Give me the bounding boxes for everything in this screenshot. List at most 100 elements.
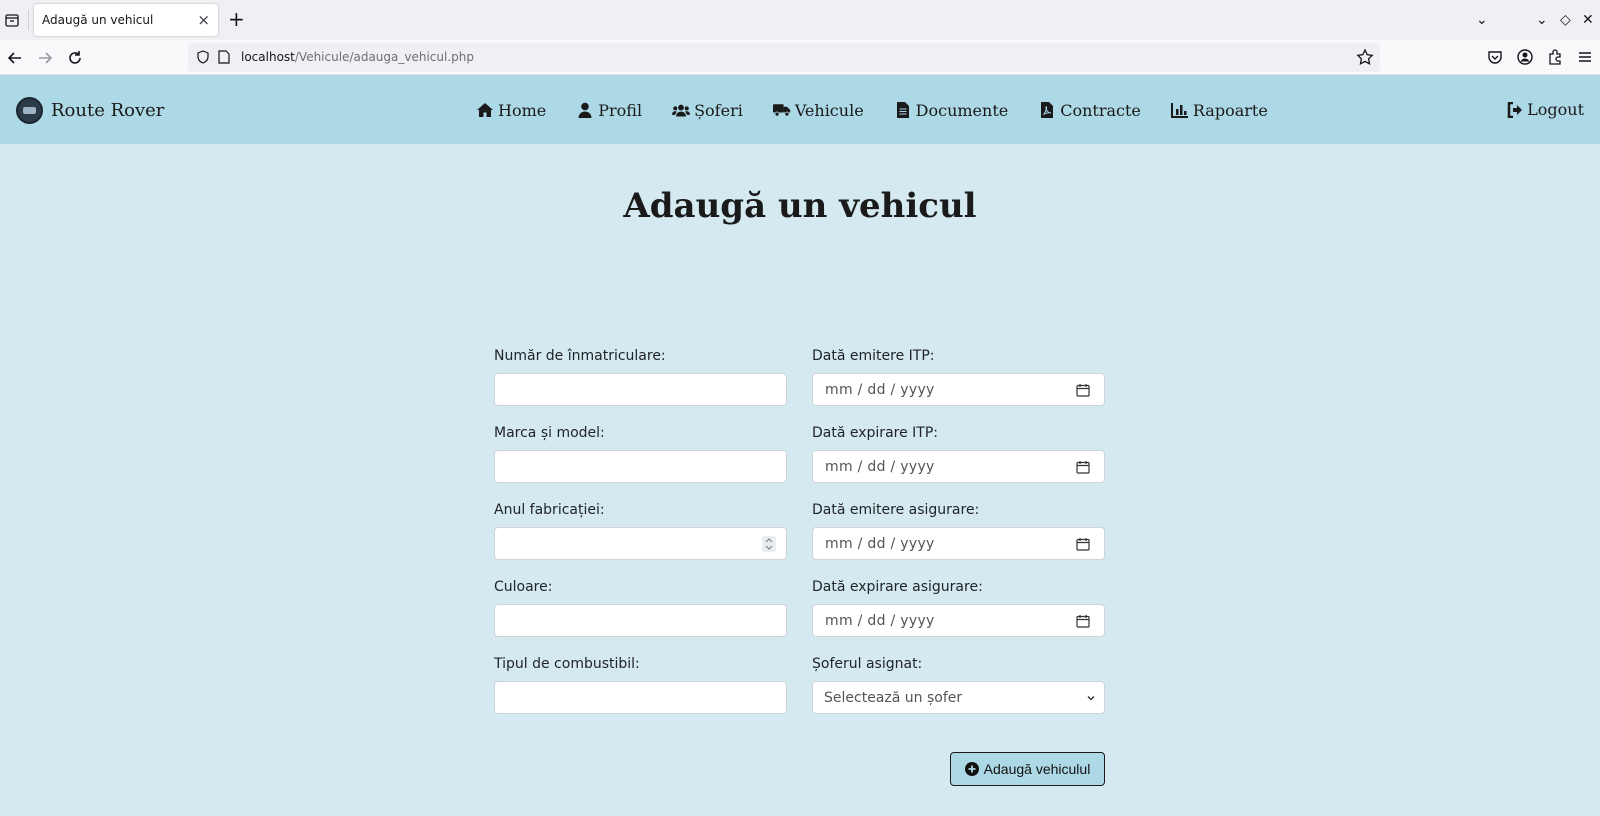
fuel-type-field: Tipul de combustibil: [494, 654, 787, 714]
tab-list-icon[interactable] [4, 12, 20, 28]
field-label: Culoare: [494, 579, 553, 595]
menu-item-label: Rapoarte [1192, 100, 1268, 120]
field-label: Dată emitere asigurare: [812, 502, 980, 518]
menu-item-profil[interactable]: Profil [576, 101, 642, 120]
calendar-icon[interactable] [1076, 383, 1090, 397]
add-vehicle-button[interactable]: Adaugă vehiculul [950, 752, 1105, 786]
forward-icon[interactable] [36, 49, 54, 67]
add-vehicle-button-label: Adaugă vehiculul [983, 761, 1091, 777]
assigned-driver-field: Șoferul asignat: Selectează un șofer [812, 654, 1105, 714]
menu-item-label: Șoferi [694, 100, 743, 120]
tab-title: Adaugă un vehicul [42, 13, 154, 27]
chevron-down-icon [1087, 696, 1095, 701]
logout-label: Logout [1527, 100, 1584, 119]
maximize-icon[interactable]: ◇ [1560, 10, 1571, 30]
field-label: Anul fabricației: [494, 502, 605, 518]
browser-tab[interactable]: Adaugă un vehicul × [34, 4, 218, 36]
extensions-icon[interactable] [1546, 48, 1564, 66]
select-value: Selectează un șofer [824, 690, 963, 706]
fuel-type-input[interactable] [494, 681, 787, 714]
color-input[interactable] [494, 604, 787, 637]
menu-item-vehicule[interactable]: Vehicule [772, 100, 864, 120]
pocket-icon[interactable] [1486, 48, 1504, 66]
field-label: Tipul de combustibil: [494, 656, 640, 672]
menu-item-contracte[interactable]: Contracte [1038, 101, 1141, 120]
field-label: Marca și model: [494, 425, 605, 441]
close-window-icon[interactable]: ✕ [1582, 10, 1594, 30]
insurance-issue-date-field: Dată emitere asigurare: mm / dd / yyyy [812, 500, 1105, 560]
menu-hamburger-icon[interactable] [1576, 48, 1594, 66]
menu-item-label: Profil [598, 100, 643, 120]
logout-icon [1507, 101, 1523, 118]
shield-icon[interactable] [196, 50, 210, 64]
field-label: Dată expirare ITP: [812, 425, 938, 441]
itp-expiry-date-input[interactable]: mm / dd / yyyy [812, 450, 1105, 483]
chart-icon [1170, 103, 1188, 118]
pdf-file-icon [1041, 102, 1054, 118]
insurance-expiry-date-input[interactable]: mm / dd / yyyy [812, 604, 1105, 637]
itp-issue-date-input[interactable]: mm / dd / yyyy [812, 373, 1105, 406]
color-field: Culoare: [494, 577, 787, 637]
tab-close-icon[interactable]: × [197, 10, 210, 30]
date-placeholder: mm / dd / yyyy [825, 382, 935, 398]
itp-expiry-date-field: Dată expirare ITP: mm / dd / yyyy [812, 423, 1105, 483]
home-icon [477, 103, 493, 117]
field-label: Șoferul asignat: [812, 656, 923, 672]
document-icon [896, 102, 909, 118]
back-icon[interactable] [6, 49, 24, 67]
reload-icon[interactable] [66, 49, 84, 67]
url-path: /Vehicule/adauga_vehicul.php [294, 50, 474, 64]
field-label: Dată emitere ITP: [812, 348, 935, 364]
minimize-icon[interactable]: ⌄ [1536, 10, 1548, 30]
page-title: Adaugă un vehicul [623, 186, 977, 226]
menu-item-soferi[interactable]: Șoferi [672, 101, 743, 120]
menu-item-label: Home [498, 100, 547, 120]
insurance-issue-date-input[interactable]: mm / dd / yyyy [812, 527, 1105, 560]
menu-item-documente[interactable]: Documente [894, 100, 1009, 120]
menu-item-label: Documente [915, 100, 1009, 120]
site-header: Route Rover Home Profil Șoferi Vehicule … [0, 75, 1600, 144]
make-model-field: Marca și model: [494, 423, 787, 483]
main-menu: Home Profil Șoferi Vehicule Documente Co… [476, 100, 1298, 120]
tab-separator [28, 10, 29, 30]
truck-icon [772, 104, 791, 117]
brand-link[interactable]: Route Rover [16, 95, 164, 125]
new-tab-button[interactable]: + [228, 8, 245, 30]
bookmark-star-icon[interactable] [1356, 48, 1374, 66]
insurance-expiry-date-field: Dată expirare asigurare: mm / dd / yyyy [812, 577, 1105, 637]
registration-number-field: Număr de înmatriculare: [494, 346, 787, 406]
make-model-input[interactable] [494, 450, 787, 483]
date-placeholder: mm / dd / yyyy [825, 613, 935, 629]
menu-item-label: Vehicule [794, 100, 864, 120]
date-placeholder: mm / dd / yyyy [825, 536, 935, 552]
users-icon [672, 104, 691, 117]
list-all-tabs-icon[interactable]: ⌄ [1476, 10, 1488, 30]
user-icon [578, 102, 592, 118]
account-icon[interactable] [1516, 48, 1534, 66]
assigned-driver-select[interactable]: Selectează un șofer [812, 681, 1105, 714]
field-label: Număr de înmatriculare: [494, 348, 666, 364]
url-bar[interactable]: localhost/Vehicule/adauga_vehicul.php [188, 43, 1380, 72]
itp-issue-date-field: Dată emitere ITP: mm / dd / yyyy [812, 346, 1105, 406]
brand-name: Route Rover [51, 99, 165, 121]
menu-item-label: Contracte [1060, 100, 1141, 120]
page-info-icon[interactable] [218, 50, 230, 64]
number-spinner-icon[interactable] [762, 536, 776, 552]
browser-tab-bar: Adaugă un vehicul × + ⌄ ⌄ ◇ ✕ [0, 0, 1600, 40]
brand-logo-icon [16, 96, 43, 124]
url-host: localhost [241, 50, 295, 64]
logout-link[interactable]: Logout [1507, 100, 1584, 119]
browser-nav-bar: localhost/Vehicule/adauga_vehicul.php [0, 40, 1600, 75]
plus-circle-icon [964, 762, 979, 776]
manufacture-year-field: Anul fabricației: [494, 500, 787, 560]
menu-item-home[interactable]: Home [476, 101, 546, 120]
calendar-icon[interactable] [1076, 537, 1090, 551]
calendar-icon[interactable] [1076, 614, 1090, 628]
date-placeholder: mm / dd / yyyy [825, 459, 935, 475]
calendar-icon[interactable] [1076, 460, 1090, 474]
menu-item-rapoarte[interactable]: Rapoarte [1170, 100, 1268, 120]
field-label: Dată expirare asigurare: [812, 579, 983, 595]
url-text: localhost/Vehicule/adauga_vehicul.php [241, 50, 474, 64]
manufacture-year-input[interactable] [494, 527, 787, 560]
registration-number-input[interactable] [494, 373, 787, 406]
